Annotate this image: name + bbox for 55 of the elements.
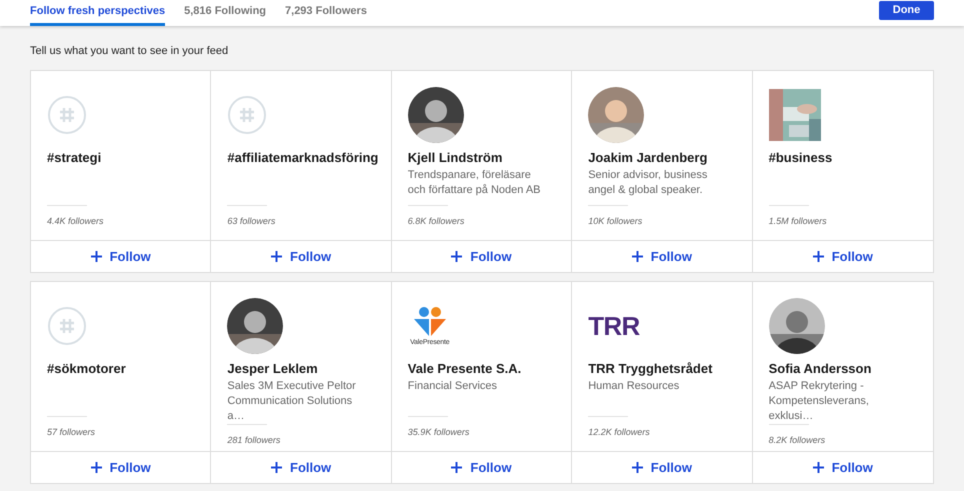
done-button[interactable]: Done xyxy=(879,1,934,20)
card-description: Senior advisor, business angel & global speaker. xyxy=(588,168,708,198)
plus-icon xyxy=(812,251,824,262)
plus-icon xyxy=(632,462,643,473)
follower-count: 10K followers xyxy=(588,215,644,227)
card-title[interactable]: TRR Trygghetsrådet xyxy=(588,361,736,377)
follow-button[interactable]: Follow xyxy=(752,240,933,272)
follow-button[interactable]: Follow xyxy=(572,240,752,272)
plus-icon xyxy=(271,251,282,262)
card-description: Financial Services xyxy=(408,379,498,394)
follow-button[interactable]: Follow xyxy=(31,451,210,483)
plus-icon xyxy=(632,251,643,262)
follow-button[interactable]: Follow xyxy=(392,240,572,272)
card-description: Sales 3M Executive Peltor Communication Solutions a… xyxy=(227,379,357,424)
follower-count: 6.8K followers xyxy=(408,215,466,227)
card-description: ASAP Rekrytering - Kompetensleverans, exklusi… xyxy=(768,379,870,424)
card-title[interactable]: #business xyxy=(768,150,917,166)
card-title[interactable]: Jesper Leklem xyxy=(227,361,375,377)
card-title[interactable]: #sökmotorer xyxy=(47,361,194,377)
follower-count: 57 followers xyxy=(47,426,96,438)
follower-count: 281 followers xyxy=(227,434,282,446)
hashtag-icon xyxy=(227,95,268,135)
follow-button[interactable]: Follow xyxy=(211,451,391,483)
hashtag-icon xyxy=(47,306,87,346)
card-title[interactable]: Vale Presente S.A. xyxy=(408,361,556,377)
follower-count: 8.2K followers xyxy=(768,434,826,446)
tab[interactable]: Follow fresh perspectives xyxy=(30,0,166,26)
plus-icon xyxy=(451,251,462,262)
follow-button[interactable]: Follow xyxy=(211,240,391,272)
plus-icon xyxy=(90,251,102,262)
card-title[interactable]: #affiliatemarknadsföring xyxy=(227,150,375,166)
feed-prompt: Tell us what you want to see in your feed xyxy=(30,44,230,59)
card-title[interactable]: Kjell Lindström xyxy=(408,150,556,166)
card-title[interactable]: Joakim Jardenberg xyxy=(588,150,736,166)
plus-icon xyxy=(812,462,824,473)
follow-button[interactable]: Follow xyxy=(572,451,752,483)
plus-icon xyxy=(451,462,462,473)
follow-button[interactable]: Follow xyxy=(31,240,210,272)
card-description: Trendspanare, föreläsare och författare på Noden AB xyxy=(408,168,542,198)
follow-button[interactable]: Follow xyxy=(752,451,933,483)
follower-count: 35.9K followers xyxy=(408,426,470,438)
follow-button[interactable]: Follow xyxy=(392,451,572,483)
company-logo: TRR xyxy=(588,313,640,339)
card-description: Human Resources xyxy=(588,379,680,394)
follower-count: 4.4K followers xyxy=(47,215,105,227)
card-title[interactable]: Sofia Andersson xyxy=(768,361,917,377)
follower-count: 1.5M followers xyxy=(768,215,828,227)
plus-icon xyxy=(271,462,282,473)
plus-icon xyxy=(90,462,102,473)
card-title[interactable]: #strategi xyxy=(47,150,194,166)
tab[interactable]: 5,816 Following xyxy=(184,0,266,26)
follower-count: 63 followers xyxy=(227,215,276,227)
hashtag-icon xyxy=(47,95,87,135)
tab[interactable]: 7,293 Followers xyxy=(285,0,367,26)
follower-count: 12.2K followers xyxy=(588,426,651,438)
